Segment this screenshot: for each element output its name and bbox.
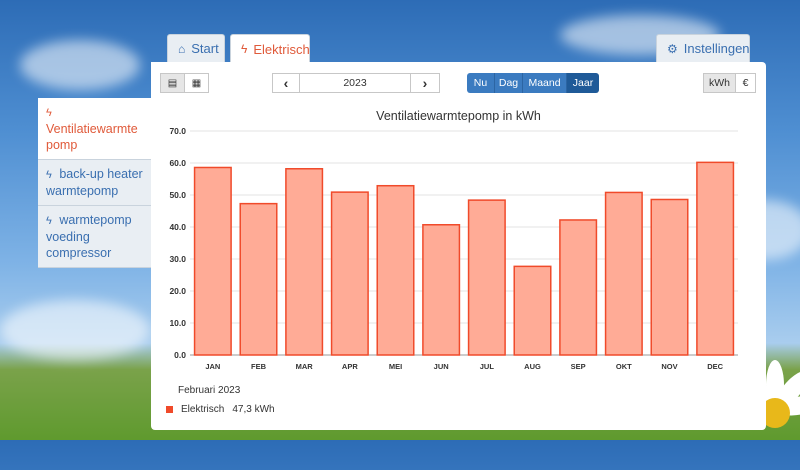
legend: Elektrisch 47,3 kWh xyxy=(166,404,275,415)
bar xyxy=(696,161,735,356)
bar xyxy=(559,219,598,356)
y-tick-label: 30.0 xyxy=(169,254,186,264)
bar xyxy=(513,265,552,356)
bar xyxy=(467,199,506,356)
x-tick-label: MAR xyxy=(296,362,314,371)
x-tick-label: JAN xyxy=(205,362,220,371)
x-tick-label: JUN xyxy=(434,362,449,371)
selected-period: Februari 2023 xyxy=(178,385,241,396)
bar xyxy=(193,166,232,356)
bar xyxy=(650,198,689,356)
y-tick-label: 0.0 xyxy=(174,350,186,360)
x-tick-label: DEC xyxy=(707,362,723,371)
bar-chart: 0.0 10.0 20.0 30.0 40.0 50.0 60.0 70.0 JAN FEB MAR… xyxy=(169,126,738,371)
x-tick-label: JUL xyxy=(480,362,495,371)
legend-series: Elektrisch xyxy=(181,404,225,415)
x-tick-label: AUG xyxy=(524,362,541,371)
x-tick-label: OKT xyxy=(616,362,632,371)
x-tick-label: SEP xyxy=(571,362,586,371)
y-tick-label: 40.0 xyxy=(169,222,186,232)
x-tick-label: NOV xyxy=(661,362,677,371)
bar xyxy=(422,224,461,356)
y-tick-label: 20.0 xyxy=(169,286,186,296)
x-tick-label: MEI xyxy=(389,362,402,371)
y-tick-label: 50.0 xyxy=(169,190,186,200)
x-tick-label: APR xyxy=(342,362,358,371)
legend-swatch xyxy=(166,406,173,413)
bar xyxy=(239,202,278,356)
y-tick-label: 60.0 xyxy=(169,158,186,168)
y-tick-label: 70.0 xyxy=(169,126,186,136)
bar xyxy=(604,191,643,356)
bar xyxy=(285,168,324,356)
bar xyxy=(376,184,415,356)
y-tick-label: 10.0 xyxy=(169,318,186,328)
bar xyxy=(330,191,369,356)
x-tick-label: FEB xyxy=(251,362,267,371)
legend-value: 47,3 kWh xyxy=(232,404,275,415)
